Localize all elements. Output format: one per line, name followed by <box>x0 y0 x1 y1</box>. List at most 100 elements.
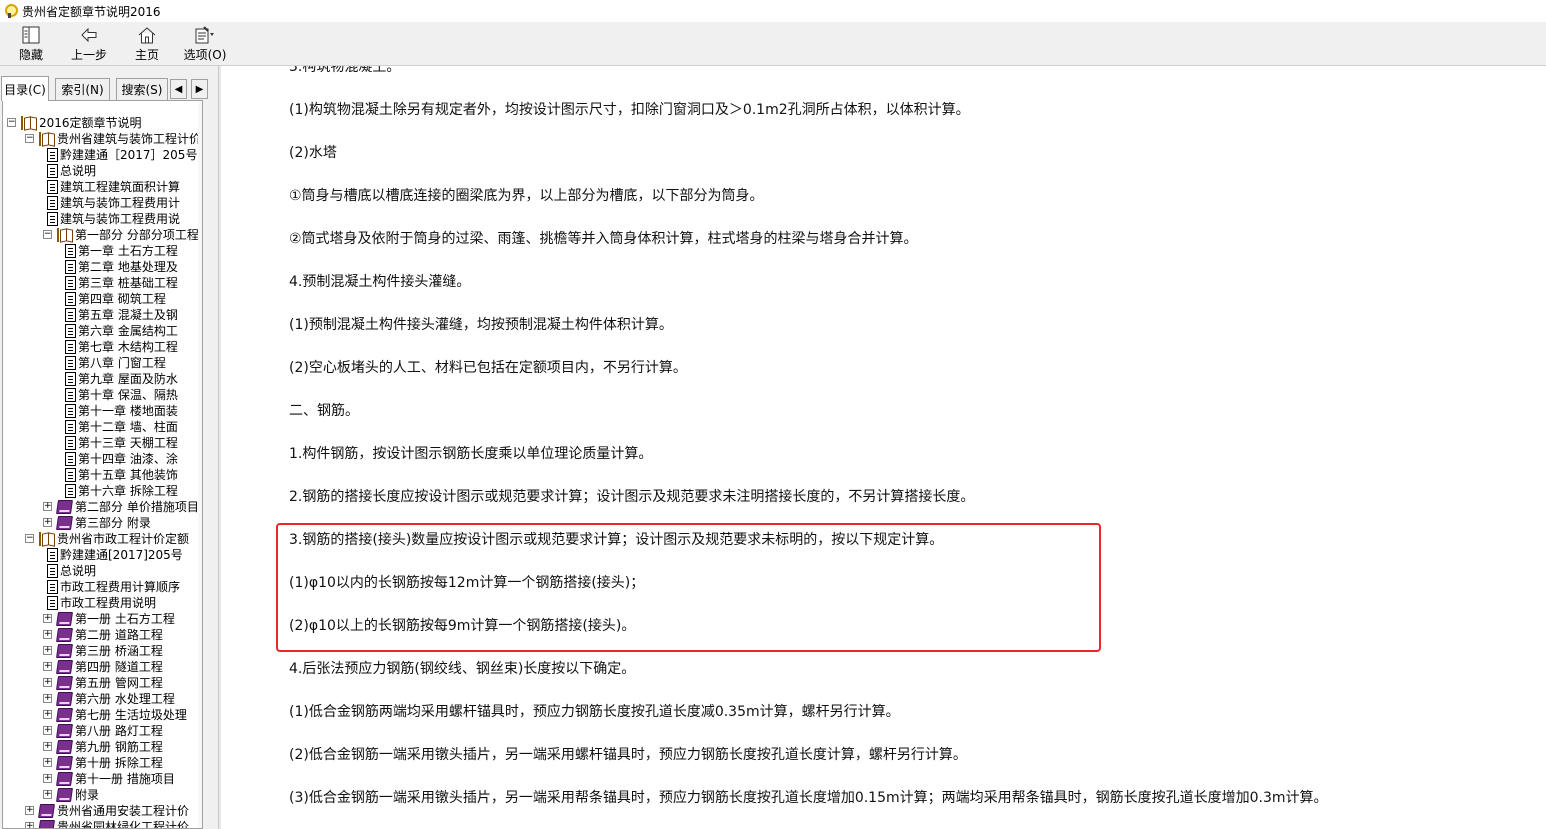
tab-scroll-left-button[interactable]: ◀ <box>170 79 187 99</box>
book-closed-icon <box>38 804 55 818</box>
tree-item[interactable]: 建筑与装饰工程费用说 <box>3 211 202 227</box>
tree-item[interactable]: − 贵州省建筑与装饰工程计价 <box>3 131 202 147</box>
collapse-icon[interactable]: − <box>25 534 34 543</box>
tree-item[interactable]: + 第五册 管网工程 <box>3 675 202 691</box>
expand-icon[interactable]: + <box>43 662 52 671</box>
home-icon <box>136 25 158 45</box>
tree-item-label: 第十册 拆除工程 <box>75 756 163 770</box>
tree-item[interactable]: + 第七册 生活垃圾处理 <box>3 707 202 723</box>
chevron-left-icon: ◀ <box>174 83 183 95</box>
tab-scroll-right-button[interactable]: ▶ <box>191 79 208 99</box>
tree-item[interactable]: 第六章 金属结构工 <box>3 323 202 339</box>
tree-item[interactable]: + 第十一册 措施项目 <box>3 771 202 787</box>
tree-item[interactable]: 总说明 <box>3 163 202 179</box>
expand-icon[interactable]: + <box>43 694 52 703</box>
content-paragraph: (1)低合金钢筋两端均采用螺杆锚具时，预应力钢筋长度按孔道长度减0.35m计算，… <box>289 704 900 720</box>
page-icon <box>65 404 76 418</box>
expand-icon[interactable]: + <box>43 518 52 527</box>
tree-item-label: 第十五章 其他装饰 <box>78 468 178 482</box>
expand-icon[interactable]: + <box>43 790 52 799</box>
options-button[interactable]: 选项(O) <box>176 22 234 66</box>
book-closed-icon <box>56 612 73 626</box>
tree-item[interactable]: 第八章 门窗工程 <box>3 355 202 371</box>
tree-item[interactable]: + 贵州省通用安装工程计价 <box>3 803 202 819</box>
expand-icon[interactable]: + <box>25 822 34 828</box>
arrow-left-icon <box>78 25 100 45</box>
collapse-icon[interactable]: − <box>7 118 16 127</box>
expand-icon[interactable]: + <box>43 630 52 639</box>
tree-item[interactable]: + 第三部分 附录 <box>3 515 202 531</box>
tree-item[interactable]: + 第二部分 单价措施项目 <box>3 499 202 515</box>
tree-item[interactable]: 第十三章 天棚工程 <box>3 435 202 451</box>
hide-label: 隐藏 <box>18 48 43 62</box>
collapse-icon[interactable]: − <box>43 230 52 239</box>
tree-item[interactable]: 第九章 屋面及防水 <box>3 371 202 387</box>
expand-icon[interactable]: + <box>43 678 52 687</box>
tree-item[interactable]: + 第六册 水处理工程 <box>3 691 202 707</box>
help-viewer-window: 贵州省定额章节说明2016 隐藏 上一步 主页 选项(O) 目录(C) 索引(N… <box>0 0 1546 829</box>
tree-item-label: 贵州省建筑与装饰工程计价 <box>57 132 202 146</box>
tree-item[interactable]: − 贵州省市政工程计价定额 <box>3 531 202 547</box>
tree-item[interactable]: 第三章 桩基础工程 <box>3 275 202 291</box>
tree-item-label: 第二册 道路工程 <box>75 628 163 642</box>
tree-item-label: 贵州省园林绿化工程计价 <box>57 820 190 829</box>
tree-item[interactable]: + 第九册 钢筋工程 <box>3 739 202 755</box>
expand-icon[interactable]: + <box>43 502 52 511</box>
expand-icon[interactable]: + <box>43 710 52 719</box>
tree-item[interactable]: 黔建建通［2017］205号 <box>3 147 202 163</box>
expand-icon[interactable]: + <box>43 726 52 735</box>
tree-item-label: 贵州省市政工程计价定额 <box>57 532 190 546</box>
expand-icon[interactable]: + <box>43 742 52 751</box>
tree-item[interactable]: + 第三册 桥涵工程 <box>3 643 202 659</box>
tree-item[interactable]: 第十六章 拆除工程 <box>3 483 202 499</box>
content-paragraph: 1.构件钢筋，按设计图示钢筋长度乘以单位理论质量计算。 <box>289 446 653 462</box>
tree-item[interactable]: 建筑与装饰工程费用计 <box>3 195 202 211</box>
tree-item[interactable]: + 第八册 路灯工程 <box>3 723 202 739</box>
tree-item[interactable]: 第五章 混凝土及钢 <box>3 307 202 323</box>
tree-item[interactable]: 建筑工程建筑面积计算 <box>3 179 202 195</box>
tree-item-label: 第三章 桩基础工程 <box>78 276 178 290</box>
tree-item[interactable]: + 第十册 拆除工程 <box>3 755 202 771</box>
expand-icon[interactable]: + <box>43 774 52 783</box>
tree-item[interactable]: 市政工程费用说明 <box>3 595 202 611</box>
page-icon <box>65 420 76 434</box>
home-label: 主页 <box>134 48 159 62</box>
tree-item[interactable]: − 第一部分 分部分项工程 <box>3 227 202 243</box>
tree-item[interactable]: + 附录 <box>3 787 202 803</box>
book-closed-icon <box>56 676 73 690</box>
tree-item[interactable]: − 2016定额章节说明 <box>3 115 202 131</box>
book-open-icon <box>39 132 54 146</box>
tree-item[interactable]: 第十四章 油漆、涂 <box>3 451 202 467</box>
tab-index[interactable]: 索引(N) <box>55 78 110 100</box>
tree-item[interactable]: 第四章 砌筑工程 <box>3 291 202 307</box>
tree-scrollbar[interactable] <box>198 101 202 828</box>
collapse-icon[interactable]: − <box>25 134 34 143</box>
back-button[interactable]: 上一步 <box>60 22 118 66</box>
tree-item[interactable]: 黔建建通[2017]205号 <box>3 547 202 563</box>
tree-item[interactable]: 第十五章 其他装饰 <box>3 467 202 483</box>
tree-item[interactable]: 第十二章 墙、柱面 <box>3 419 202 435</box>
tree-item[interactable]: 第二章 地基处理及 <box>3 259 202 275</box>
expand-icon[interactable]: + <box>43 614 52 623</box>
expand-icon[interactable]: + <box>25 806 34 815</box>
tree-item[interactable]: 第十一章 楼地面装 <box>3 403 202 419</box>
expand-icon[interactable]: + <box>43 646 52 655</box>
tree-item[interactable]: + 第四册 隧道工程 <box>3 659 202 675</box>
highlight-annotation-box <box>276 523 1101 652</box>
tree-item[interactable]: + 第一册 土石方工程 <box>3 611 202 627</box>
tree-item[interactable]: + 贵州省园林绿化工程计价 <box>3 819 202 829</box>
tree-item-label: 建筑工程建筑面积计算 <box>60 180 181 194</box>
tree-item[interactable]: 第十章 保温、隔热 <box>3 387 202 403</box>
home-button[interactable]: 主页 <box>118 22 176 66</box>
page-icon <box>65 340 76 354</box>
tree-item[interactable]: 第七章 木结构工程 <box>3 339 202 355</box>
tab-contents[interactable]: 目录(C) <box>1 76 49 101</box>
tree-item[interactable]: 市政工程费用计算顺序 <box>3 579 202 595</box>
tree-item[interactable]: 第一章 土石方工程 <box>3 243 202 259</box>
tree-item[interactable]: + 第二册 道路工程 <box>3 627 202 643</box>
hide-button[interactable]: 隐藏 <box>2 22 60 66</box>
tree-item[interactable]: 总说明 <box>3 563 202 579</box>
contents-tree[interactable]: −2016定额章节说明 − 贵州省建筑与装饰工程计价 黔建建通［2017］205号 总说… <box>2 100 203 829</box>
expand-icon[interactable]: + <box>43 758 52 767</box>
tab-search[interactable]: 搜索(S) <box>116 78 168 100</box>
